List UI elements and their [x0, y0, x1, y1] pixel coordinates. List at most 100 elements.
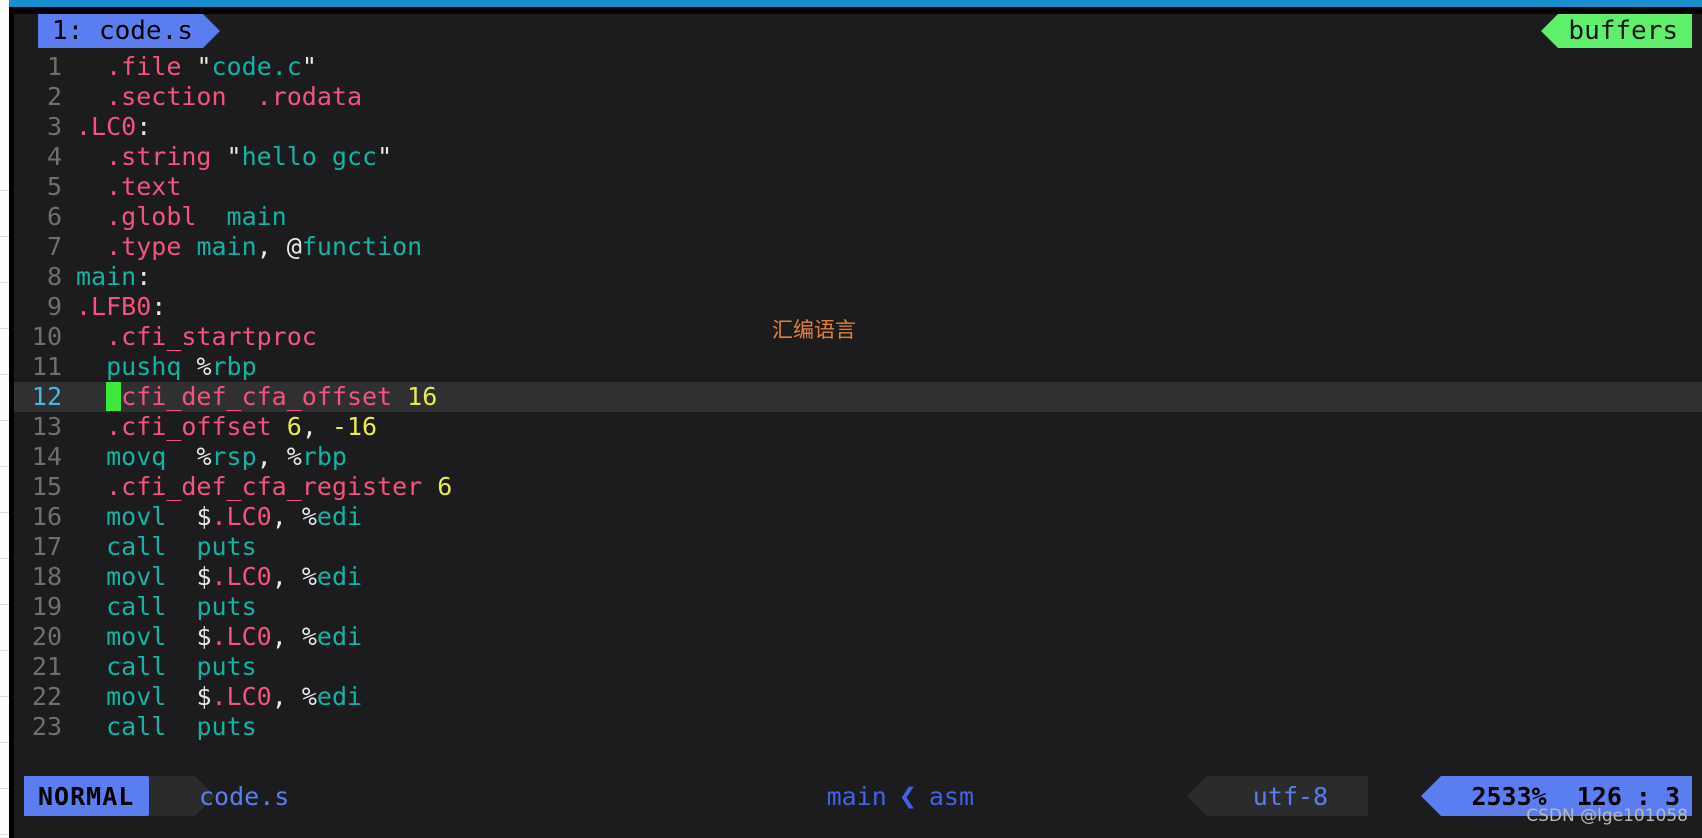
tab-code-s[interactable]: 1: code.s — [38, 14, 220, 48]
code-token: call — [106, 592, 167, 621]
mode-label: NORMAL — [38, 781, 135, 811]
code-token: .LC0 — [76, 112, 137, 141]
code-token: rbp — [211, 352, 257, 381]
code-token: movq — [106, 442, 167, 471]
code-token: .section — [106, 82, 227, 111]
code-token: .type — [106, 232, 182, 261]
code-token: % — [301, 622, 317, 651]
code-line[interactable]: 19 call puts — [14, 592, 1702, 622]
code-token: , — [301, 412, 332, 441]
code-token: -16 — [331, 412, 378, 441]
line-source: pushq %rbp — [76, 352, 257, 382]
line-number: 4 — [46, 142, 62, 171]
page-rule — [0, 328, 9, 329]
line-source: .LFB0: — [76, 292, 166, 322]
line-number: 10 — [31, 322, 62, 351]
page-rule — [0, 604, 9, 605]
line-number: 5 — [46, 172, 62, 201]
status-function-filetype: main ❮ asm — [827, 776, 974, 816]
code-token: movl — [106, 502, 167, 531]
line-source: .file "code.c" — [76, 52, 317, 82]
line-number: 22 — [31, 682, 62, 711]
page-rule — [0, 512, 9, 513]
line-source: movl $.LC0, %edi — [76, 502, 362, 532]
code-area[interactable]: 汇编语言 1 .file "code.c" 2 .section .rodata 3… — [14, 48, 1702, 776]
code-token: main — [226, 202, 287, 231]
line-number: 8 — [46, 262, 62, 291]
code-token: % — [286, 442, 302, 471]
code-line[interactable]: 11 pushq %rbp — [14, 352, 1702, 382]
code-token: .file — [106, 52, 182, 81]
code-line[interactable]: 9 .LFB0: — [14, 292, 1702, 322]
filetype-label: asm — [928, 781, 974, 811]
code-line[interactable]: 5 .text — [14, 172, 1702, 202]
line-number: 1 — [46, 52, 62, 81]
code-token: .text — [106, 172, 182, 201]
code-token: $ — [196, 682, 212, 711]
page-rule — [0, 650, 9, 651]
code-line[interactable]: 16 movl $.LC0, %edi — [14, 502, 1702, 532]
code-token: % — [301, 682, 317, 711]
code-line[interactable]: 14 movq %rsp, %rbp — [14, 442, 1702, 472]
line-number: 3 — [46, 112, 62, 141]
code-line[interactable]: 4 .string "hello gcc" — [14, 142, 1702, 172]
code-line[interactable]: 21 call puts — [14, 652, 1702, 682]
status-filename: code.s — [199, 776, 289, 816]
code-line[interactable]: 10 .cfi_startproc — [14, 322, 1702, 352]
line-source: .text — [76, 172, 181, 202]
line-number: 12 — [31, 382, 62, 411]
page-rule — [0, 834, 9, 835]
below-statusline-gap — [14, 824, 1702, 838]
line-number: 20 — [31, 622, 62, 651]
code-token: " — [377, 142, 393, 171]
code-token: 6 — [286, 412, 302, 441]
code-line[interactable]: 12 .cfi_def_cfa_offset 16 — [14, 382, 1702, 412]
code-token: .rodata — [256, 82, 362, 111]
code-line[interactable]: 1 .file "code.c" — [14, 52, 1702, 82]
code-line[interactable]: 7 .type main, @function — [14, 232, 1702, 262]
code-line[interactable]: 2 .section .rodata — [14, 82, 1702, 112]
code-line[interactable]: 23 call puts — [14, 712, 1702, 742]
code-line[interactable]: 13 .cfi_offset 6, -16 — [14, 412, 1702, 442]
code-line[interactable]: 22 movl $.LC0, %edi — [14, 682, 1702, 712]
code-line[interactable]: 18 movl $.LC0, %edi — [14, 562, 1702, 592]
line-number: 21 — [31, 652, 62, 681]
code-token: edi — [316, 622, 363, 651]
line-source: call puts — [76, 532, 257, 562]
code-token: puts — [196, 532, 257, 561]
code-line[interactable]: 3 .LC0: — [14, 112, 1702, 142]
code-line[interactable]: 17 call puts — [14, 532, 1702, 562]
code-line[interactable]: 8 main: — [14, 262, 1702, 292]
code-line[interactable]: 15 .cfi_def_cfa_register 6 — [14, 472, 1702, 502]
code-line[interactable]: 6 .globl main — [14, 202, 1702, 232]
line-number: 15 — [31, 472, 62, 501]
code-token: , — [271, 562, 302, 591]
background-page-strip — [0, 0, 9, 838]
line-source: movl $.LC0, %edi — [76, 562, 362, 592]
page-rule — [0, 696, 9, 697]
code-token: pushq — [106, 352, 182, 381]
buffers-button[interactable]: buffers — [1541, 14, 1692, 48]
code-line[interactable]: 20 movl $.LC0, %edi — [14, 622, 1702, 652]
line-number: 9 — [46, 292, 62, 321]
code-token: .cfi_startproc — [106, 322, 317, 351]
line-source: call puts — [76, 712, 257, 742]
